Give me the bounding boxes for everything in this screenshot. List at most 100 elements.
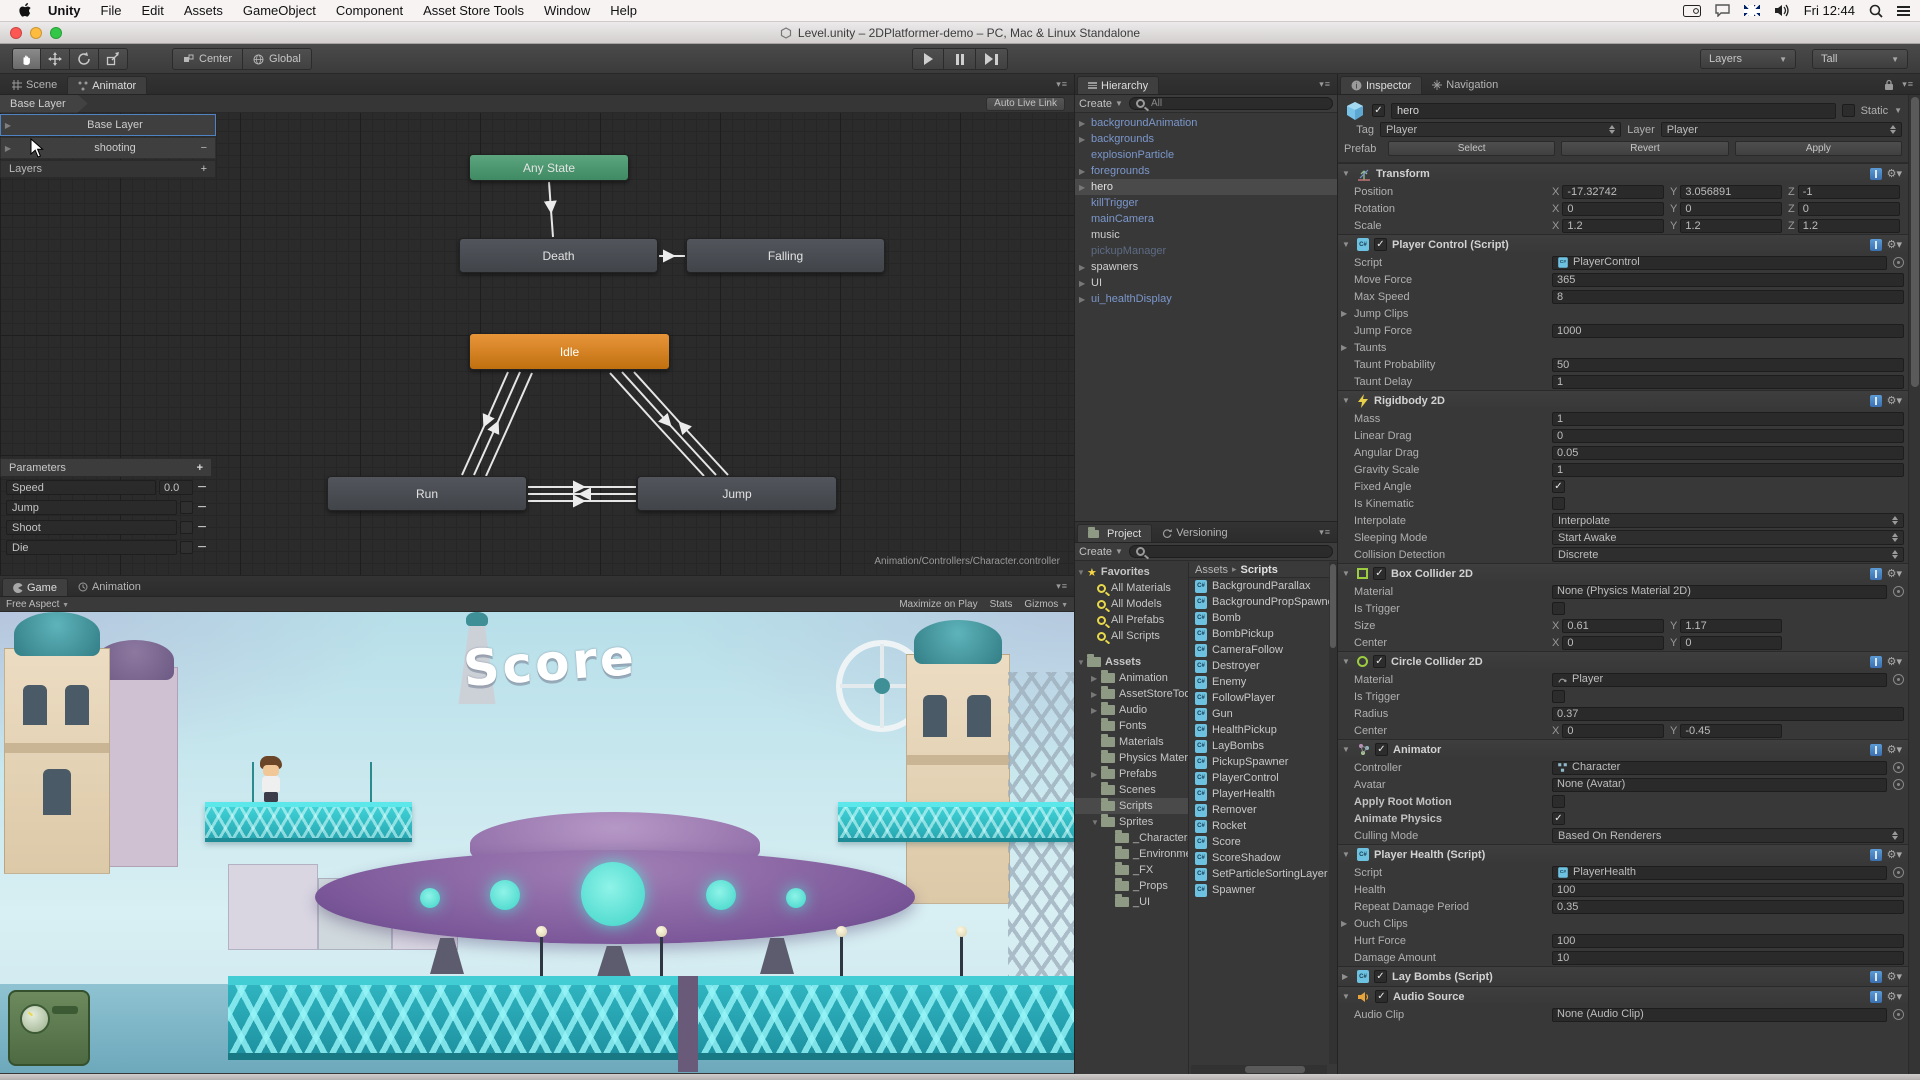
object-picker-icon[interactable] xyxy=(1893,1009,1904,1020)
remove-layer-button[interactable]: − xyxy=(201,142,207,154)
property-checkbox[interactable]: ✓ xyxy=(1552,812,1565,825)
folder-characters[interactable]: _Characters xyxy=(1075,830,1188,846)
pivot-center-button[interactable]: Center xyxy=(172,48,244,70)
property-dropdown[interactable]: Start Awake xyxy=(1552,530,1904,545)
component-enabled-checkbox[interactable]: ✓ xyxy=(1373,567,1386,580)
folder-ui[interactable]: _UI xyxy=(1075,894,1188,910)
state-death[interactable]: Death xyxy=(459,238,658,273)
scale-tool-button[interactable] xyxy=(99,48,128,70)
foldout-icon[interactable]: ▶ xyxy=(1341,343,1347,352)
gear-icon[interactable]: ⚙▾ xyxy=(1887,743,1902,756)
parameter-name-field[interactable]: Speed xyxy=(6,480,156,495)
chat-bubble-icon[interactable] xyxy=(1714,4,1730,17)
menu-component[interactable]: Component xyxy=(326,3,413,18)
display-camera-icon[interactable] xyxy=(1682,4,1701,17)
notification-list-icon[interactable] xyxy=(1897,5,1910,16)
component-header-lay-bombs-script[interactable]: ▶ C# ✓ Lay Bombs (Script) ⚙▾ xyxy=(1338,966,1908,986)
hierarchy-item-hero[interactable]: ▶ hero xyxy=(1075,179,1337,195)
hierarchy-item-pickupmanager[interactable]: pickupManager xyxy=(1075,243,1337,259)
tab-game[interactable]: Game xyxy=(2,578,68,596)
object-picker-icon[interactable] xyxy=(1893,586,1904,597)
parameter-name-field[interactable]: Shoot xyxy=(6,520,177,535)
foldout-icon[interactable]: ▶ xyxy=(1079,119,1091,128)
uk-keyboard-flag-icon[interactable] xyxy=(1743,5,1760,16)
gizmos-dropdown[interactable]: Gizmos ▼ xyxy=(1024,599,1068,610)
property-checkbox[interactable] xyxy=(1552,690,1565,703)
foldout-icon[interactable]: ▶ xyxy=(1341,919,1347,928)
favorite-all-prefabs[interactable]: All Prefabs xyxy=(1075,612,1188,628)
folder-fx[interactable]: _FX xyxy=(1075,862,1188,878)
component-header-circle-collider-2d[interactable]: ▼ ✓ Circle Collider 2D ⚙▾ xyxy=(1338,651,1908,671)
parameter-value-field[interactable]: 0.0 xyxy=(159,480,193,495)
foldout-icon[interactable]: ▼ xyxy=(1091,818,1101,827)
script-asset-destroyer[interactable]: C# Destroyer xyxy=(1189,658,1337,674)
property-checkbox[interactable] xyxy=(1552,795,1565,808)
component-header-rigidbody-2d[interactable]: ▼ Rigidbody 2D ⚙▾ xyxy=(1338,390,1908,410)
state-jump[interactable]: Jump xyxy=(637,476,837,511)
script-asset-backgroundpropspawner[interactable]: C# BackgroundPropSpawner xyxy=(1189,594,1337,610)
script-asset-healthpickup[interactable]: C# HealthPickup xyxy=(1189,722,1337,738)
auto-live-link-button[interactable]: Auto Live Link xyxy=(986,96,1065,111)
foldout-icon[interactable]: ▶ xyxy=(1079,279,1091,288)
minimize-window-button[interactable] xyxy=(30,27,42,39)
menu-window[interactable]: Window xyxy=(534,3,600,18)
maximize-on-play-toggle[interactable]: Maximize on Play xyxy=(899,599,977,610)
gear-icon[interactable]: ⚙▾ xyxy=(1887,567,1902,580)
property-dropdown[interactable]: Interpolate xyxy=(1552,513,1904,528)
folder-sprites[interactable]: ▼ Sprites xyxy=(1075,814,1188,830)
help-doc-icon[interactable] xyxy=(1869,238,1882,251)
remove-parameter-button[interactable]: − xyxy=(196,519,208,537)
axis-field[interactable]: -0.45 xyxy=(1680,723,1782,738)
help-doc-icon[interactable] xyxy=(1869,970,1882,983)
script-asset-bombpickup[interactable]: C# BombPickup xyxy=(1189,626,1337,642)
script-asset-pickupspawner[interactable]: C# PickupSpawner xyxy=(1189,754,1337,770)
property-dropdown[interactable]: Discrete xyxy=(1552,547,1904,562)
component-enabled-checkbox[interactable]: ✓ xyxy=(1373,655,1386,668)
component-enabled-checkbox[interactable]: ✓ xyxy=(1375,990,1388,1003)
parameter-name-field[interactable]: Jump xyxy=(6,500,177,515)
folder-assetstoretools[interactable]: ▶ AssetStoreTools xyxy=(1075,686,1188,702)
animator-layer-base-layer[interactable]: ▶ Base Layer xyxy=(0,114,216,136)
object-field[interactable]: Player xyxy=(1552,672,1887,687)
gear-icon[interactable]: ⚙▾ xyxy=(1887,970,1902,983)
stats-toggle[interactable]: Stats xyxy=(990,599,1013,610)
hierarchy-item-maincamera[interactable]: mainCamera xyxy=(1075,211,1337,227)
window-titlebar[interactable]: Level.unity – 2DPlatformer-demo – PC, Ma… xyxy=(0,22,1920,44)
panel-menu-icon[interactable]: ▾≡ xyxy=(1056,79,1068,90)
component-header-audio-source[interactable]: ▼ ✓ Audio Source ⚙▾ xyxy=(1338,986,1908,1006)
menu-edit[interactable]: Edit xyxy=(131,3,173,18)
object-picker-icon[interactable] xyxy=(1893,257,1904,268)
scrollbar-thumb[interactable] xyxy=(1245,1066,1306,1073)
menu-unity[interactable]: Unity xyxy=(38,3,91,18)
help-doc-icon[interactable] xyxy=(1869,567,1882,580)
layers-dropdown[interactable]: Layers ▼ xyxy=(1700,49,1796,69)
prefab-select-button[interactable]: Select xyxy=(1388,141,1556,156)
menu-assets[interactable]: Assets xyxy=(174,3,233,18)
component-header-player-health-script[interactable]: ▼ C# Player Health (Script) ⚙▾ xyxy=(1338,844,1908,864)
component-enabled-checkbox[interactable]: ✓ xyxy=(1374,238,1387,251)
zoom-window-button[interactable] xyxy=(50,27,62,39)
object-field[interactable]: None (Avatar) xyxy=(1552,777,1887,792)
close-window-button[interactable] xyxy=(10,27,22,39)
script-asset-setparticlesortinglayer[interactable]: C# SetParticleSortingLayer xyxy=(1189,866,1337,882)
foldout-icon[interactable]: ▼ xyxy=(1342,396,1352,405)
foldout-icon[interactable]: ▼ xyxy=(1342,240,1352,249)
panel-menu-icon[interactable]: ▾≡ xyxy=(1319,527,1331,538)
foldout-icon[interactable]: ▼ xyxy=(1342,850,1352,859)
gear-icon[interactable]: ⚙▾ xyxy=(1887,394,1902,407)
axis-field[interactable]: 1.2 xyxy=(1680,218,1782,233)
folder-materials[interactable]: Materials xyxy=(1075,734,1188,750)
foldout-icon[interactable]: ▶ xyxy=(1091,770,1101,779)
prefab-apply-button[interactable]: Apply xyxy=(1734,141,1902,156)
script-asset-rocket[interactable]: C# Rocket xyxy=(1189,818,1337,834)
create-button[interactable]: Create ▼ xyxy=(1079,546,1123,558)
tab-animation[interactable]: Animation xyxy=(68,578,151,596)
foldout-icon[interactable]: ▼ xyxy=(1077,658,1087,667)
spotlight-search-icon[interactable] xyxy=(1869,4,1883,18)
gear-icon[interactable]: ⚙▾ xyxy=(1887,848,1902,861)
hierarchy-item-killtrigger[interactable]: killTrigger xyxy=(1075,195,1337,211)
folder-prefabs[interactable]: ▶ Prefabs xyxy=(1075,766,1188,782)
favorite-all-models[interactable]: All Models xyxy=(1075,596,1188,612)
hierarchy-search-input[interactable]: All xyxy=(1128,97,1333,110)
panel-menu-icon[interactable]: ▾≡ xyxy=(1319,79,1331,90)
